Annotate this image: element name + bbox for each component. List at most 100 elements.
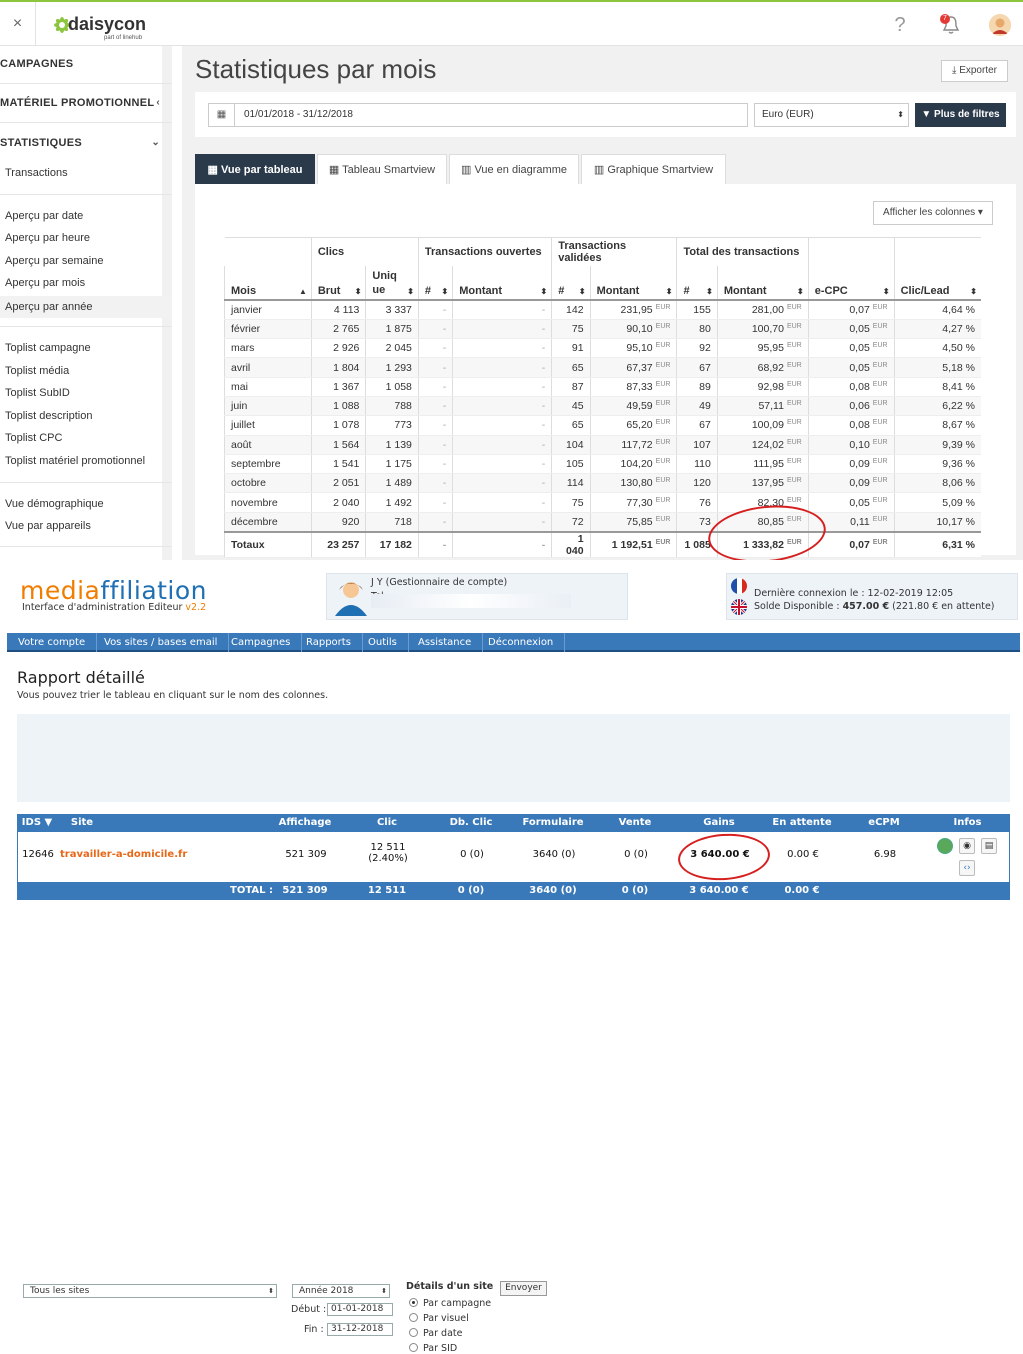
export-button[interactable]: ⤓ Exporter bbox=[941, 60, 1008, 82]
sidebar-item-appareils[interactable]: Vue par appareils bbox=[5, 520, 91, 532]
sidebar-item-transactions[interactable]: Transactions bbox=[5, 167, 68, 179]
sidebar-item-apercu-semaine[interactable]: Aperçu par semaine bbox=[5, 255, 103, 267]
close-icon[interactable]: × bbox=[0, 2, 36, 46]
cell-clic-lead: 4,27 % bbox=[893, 319, 981, 340]
dash-text: - bbox=[442, 342, 447, 355]
col-mois[interactable]: Mois ▲ bbox=[224, 266, 312, 301]
col-ecpm[interactable]: eCPM bbox=[843, 814, 925, 832]
group-header-total: Total des transactions bbox=[676, 237, 809, 266]
send-button[interactable]: Envoyer bbox=[500, 1281, 547, 1296]
sidebar-item-apercu-heure[interactable]: Aperçu par heure bbox=[5, 232, 90, 244]
sidebar-item-toplist-media[interactable]: Toplist média bbox=[5, 365, 69, 377]
tab-vue-par-tableau[interactable]: ▦ Vue par tableau bbox=[195, 154, 315, 184]
col-unique[interactable]: Unique ⬍ bbox=[365, 266, 419, 301]
cell-open-amount: - bbox=[452, 300, 552, 320]
more-filters-button[interactable]: ▼ Plus de filtres bbox=[915, 103, 1006, 127]
date-range-input[interactable]: ▦ 01/01/2018 - 31/12/2018 bbox=[208, 103, 748, 127]
logo-part-a: media bbox=[20, 576, 101, 605]
cell-valid-count: 65 bbox=[551, 357, 591, 378]
balance-label: Solde Disponible : bbox=[754, 601, 840, 612]
divider bbox=[0, 194, 172, 195]
nav-assistance[interactable]: Assistance bbox=[407, 633, 484, 652]
cell-valid-count: 45 bbox=[551, 396, 591, 417]
nav-campagnes[interactable]: Campagnes bbox=[220, 633, 303, 652]
col-total-count[interactable]: # ⬍ bbox=[676, 266, 718, 301]
france-flag-icon[interactable] bbox=[731, 578, 747, 594]
site-select[interactable]: Tous les sites ⬍ bbox=[23, 1284, 277, 1298]
nav-votre-compte[interactable]: Votre compte bbox=[7, 633, 98, 652]
col-ecpc[interactable]: e-CPC ⬍ bbox=[807, 266, 895, 301]
code-icon[interactable]: ‹› bbox=[959, 860, 975, 876]
sidebar-item-toplist-cpc[interactable]: Toplist CPC bbox=[5, 432, 62, 444]
radio-par-sid[interactable]: Par SID bbox=[409, 1343, 457, 1354]
sidebar-section-statistiques[interactable]: STATISTIQUES ⌄ bbox=[0, 137, 172, 149]
unit-label: EUR bbox=[872, 458, 888, 466]
row-affichage: 521 309 bbox=[285, 849, 327, 860]
cell-valid-amount: 231,95 EUR bbox=[589, 300, 677, 320]
sidebar-item-demographique[interactable]: Vue démographique bbox=[5, 498, 104, 510]
col-clic-lead[interactable]: Clic/Lead ⬍ bbox=[893, 266, 981, 301]
fin-input[interactable]: 31-12-2018 bbox=[327, 1323, 393, 1336]
cell-open-count: - bbox=[417, 300, 453, 320]
cell-open-count: - bbox=[417, 473, 453, 494]
sidebar-item-apercu-date[interactable]: Aperçu par date bbox=[5, 210, 83, 222]
sidebar-section-materiel[interactable]: MATÉRIEL PROMOTIONNEL ‹ bbox=[0, 97, 172, 109]
col-clic[interactable]: Clic bbox=[345, 814, 429, 832]
globe-icon[interactable] bbox=[937, 838, 953, 854]
row-site-link[interactable]: travailler-a-domicile.fr bbox=[60, 849, 200, 860]
col-open-count[interactable]: # ⬍ bbox=[417, 266, 453, 301]
nav-vos-sites[interactable]: Vos sites / bases email bbox=[93, 633, 230, 652]
sidebar-item-toplist-description[interactable]: Toplist description bbox=[5, 410, 92, 422]
sidebar-item-toplist-campagne[interactable]: Toplist campagne bbox=[5, 342, 91, 354]
col-brut[interactable]: Brut ⬍ bbox=[310, 266, 366, 301]
col-open-amount[interactable]: Montant ⬍ bbox=[452, 266, 552, 301]
radio-label: Par SID bbox=[423, 1343, 458, 1354]
sidebar-item-toplist-subid[interactable]: Toplist SubID bbox=[5, 387, 70, 399]
radio-par-date[interactable]: Par date bbox=[409, 1328, 462, 1339]
sidebar-item-toplist-materiel[interactable]: Toplist matériel promotionnel bbox=[5, 455, 145, 467]
year-select[interactable]: Année 2018 ⬍ bbox=[292, 1284, 390, 1298]
radio-par-campagne[interactable]: Par campagne bbox=[409, 1298, 491, 1309]
columns-label: Afficher les colonnes bbox=[883, 207, 976, 218]
col-ids[interactable]: IDS ▼ bbox=[17, 814, 57, 832]
nav-rapports[interactable]: Rapports bbox=[295, 633, 363, 652]
sidebar-item-apercu-mois[interactable]: Aperçu par mois bbox=[5, 277, 85, 289]
chevron-down-icon: ⌄ bbox=[151, 137, 160, 148]
col-vente[interactable]: Vente bbox=[593, 814, 677, 832]
eye-icon[interactable]: ◉ bbox=[959, 838, 975, 854]
col-en-attente[interactable]: En attente bbox=[761, 814, 843, 832]
tab-tableau-smartview[interactable]: ▦ Tableau Smartview bbox=[317, 154, 447, 184]
cell-open-count: - bbox=[417, 512, 453, 533]
debut-input[interactable]: 01-01-2018 bbox=[327, 1303, 393, 1316]
cell-unique: 1 875 bbox=[365, 319, 419, 340]
fin-label: Fin : bbox=[304, 1324, 324, 1335]
question-icon[interactable]: ? bbox=[890, 14, 910, 36]
nav-outils[interactable]: Outils bbox=[357, 633, 409, 652]
columns-button[interactable]: Afficher les colonnes ▾ bbox=[873, 201, 993, 225]
sidebar-section-campagnes[interactable]: CAMPAGNES bbox=[0, 58, 172, 70]
tab-graphique-smartview[interactable]: ▥ Graphique Smartview bbox=[581, 154, 726, 184]
tab-vue-en-diagramme[interactable]: ▥ Vue en diagramme bbox=[449, 154, 579, 184]
col-formulaire[interactable]: Formulaire bbox=[513, 814, 593, 832]
col-db-clic[interactable]: Db. Clic bbox=[429, 814, 513, 832]
cell-open-count: - bbox=[417, 319, 453, 340]
currency-select[interactable]: Euro (EUR) ⬍ bbox=[754, 103, 909, 127]
cell-value: octobre bbox=[231, 477, 267, 490]
user-avatar[interactable] bbox=[989, 14, 1011, 36]
col-affichage[interactable]: Affichage bbox=[273, 814, 337, 832]
cell-unique: 773 bbox=[365, 415, 419, 436]
cell-brut: 1 564 bbox=[310, 435, 366, 455]
cell-mois: février bbox=[224, 319, 312, 340]
report-filter-form bbox=[17, 714, 1010, 802]
col-valid-amount[interactable]: Montant ⬍ bbox=[589, 266, 677, 301]
nav-deconnexion[interactable]: Déconnexion bbox=[477, 633, 566, 652]
radio-par-visuel[interactable]: Par visuel bbox=[409, 1313, 469, 1324]
document-icon[interactable]: ▤ bbox=[981, 838, 997, 854]
cell-ecpc: 0,05 EUR bbox=[807, 492, 895, 513]
sidebar-item-apercu-annee[interactable]: Aperçu par année bbox=[0, 296, 172, 318]
col-total-amount[interactable]: Montant ⬍ bbox=[716, 266, 809, 301]
cell-open-count: - bbox=[417, 454, 453, 475]
col-gains[interactable]: Gains bbox=[677, 814, 761, 832]
col-valid-count[interactable]: # ⬍ bbox=[551, 266, 591, 301]
uk-flag-icon[interactable] bbox=[731, 599, 747, 615]
